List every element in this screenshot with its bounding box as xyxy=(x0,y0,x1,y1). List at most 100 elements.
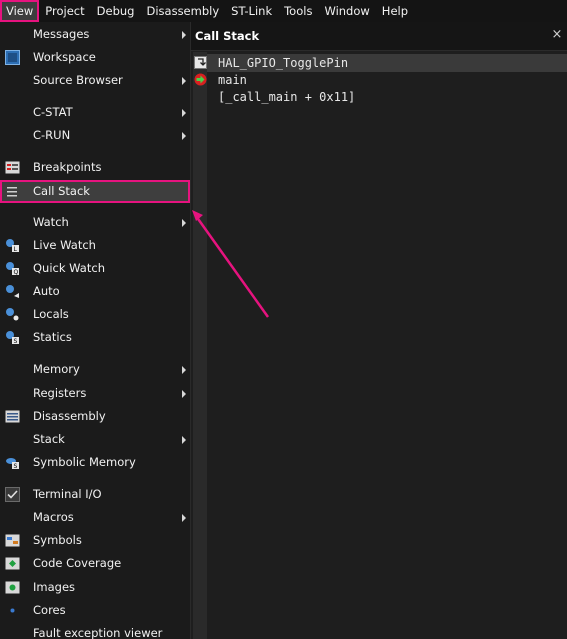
menu-item-registers[interactable]: Registers xyxy=(0,382,190,405)
stack-frame-row[interactable]: [_call_main + 0x11] xyxy=(207,88,567,106)
disassembly-icon xyxy=(4,408,21,425)
menu-item-label: Disassembly xyxy=(33,409,106,423)
menu-item-label: Symbolic Memory xyxy=(33,455,136,469)
images-icon xyxy=(4,579,21,596)
svg-text:S: S xyxy=(14,338,18,345)
panel-gutter xyxy=(193,52,207,639)
menu-disassembly[interactable]: Disassembly xyxy=(140,0,225,22)
menu-tools[interactable]: Tools xyxy=(278,0,318,22)
menu-item-watch[interactable]: Watch xyxy=(0,211,190,234)
submenu-arrow-icon xyxy=(182,77,186,85)
menu-item-label: Source Browser xyxy=(33,73,123,87)
menu-item-label: Workspace xyxy=(33,50,96,64)
svg-text:Q: Q xyxy=(14,269,19,276)
terminal-check-icon xyxy=(4,486,21,503)
menu-item-symbolic-memory[interactable]: S Symbolic Memory xyxy=(0,451,190,474)
menu-item-label: Call Stack xyxy=(33,184,90,198)
menu-item-c-stat[interactable]: C-STAT xyxy=(0,101,190,124)
menu-item-label: Quick Watch xyxy=(33,261,105,275)
menu-item-label: Breakpoints xyxy=(33,160,102,174)
menu-item-disassembly[interactable]: Disassembly xyxy=(0,405,190,428)
auto-icon xyxy=(4,283,21,300)
menu-view[interactable]: View xyxy=(0,0,40,22)
menu-item-label: Symbols xyxy=(33,533,82,547)
call-stack-icon xyxy=(4,183,21,200)
menu-item-symbols[interactable]: Symbols xyxy=(0,529,190,552)
menu-item-call-stack[interactable]: Call Stack xyxy=(0,180,190,203)
stack-frame-row[interactable]: main xyxy=(194,71,567,89)
submenu-arrow-icon xyxy=(182,390,186,398)
menu-item-statics[interactable]: S Statics xyxy=(0,326,190,349)
symbols-icon xyxy=(4,532,21,549)
panel-header: Call Stack × xyxy=(191,22,567,51)
cores-icon xyxy=(4,602,21,619)
call-stack-panel: Call Stack × HAL_GPIO_TogglePin main [_c… xyxy=(191,22,567,639)
submenu-arrow-icon xyxy=(182,132,186,140)
menu-window[interactable]: Window xyxy=(318,0,375,22)
menu-item-code-coverage[interactable]: Code Coverage xyxy=(0,552,190,575)
menu-item-terminal-io[interactable]: Terminal I/O xyxy=(0,483,190,506)
menu-item-breakpoints[interactable]: Breakpoints xyxy=(0,156,190,179)
menu-item-label: Auto xyxy=(33,284,60,298)
workspace-icon xyxy=(4,49,21,66)
menu-item-label: Macros xyxy=(33,510,74,524)
call-stack-list: HAL_GPIO_TogglePin main [_call_main + 0x… xyxy=(194,52,567,639)
quick-watch-icon: Q xyxy=(4,260,21,277)
stack-frame-row[interactable]: HAL_GPIO_TogglePin xyxy=(194,54,567,72)
submenu-arrow-icon xyxy=(182,109,186,117)
svg-text:S: S xyxy=(14,463,18,470)
menu-item-cores[interactable]: Cores xyxy=(0,599,190,622)
menu-item-fault-exception-viewer[interactable]: Fault exception viewer xyxy=(0,622,190,639)
pc-arrow-icon xyxy=(194,73,207,86)
menu-item-workspace[interactable]: Workspace xyxy=(0,46,190,69)
menu-item-images[interactable]: Images xyxy=(0,576,190,599)
ide-window: View Project Debug Disassembly ST-Link T… xyxy=(0,0,567,639)
frame-label: main xyxy=(218,73,247,87)
menu-item-label: Stack xyxy=(33,432,65,446)
menu-item-c-run[interactable]: C-RUN xyxy=(0,124,190,147)
menu-item-label: Watch xyxy=(33,215,69,229)
submenu-arrow-icon xyxy=(182,514,186,522)
menu-item-memory[interactable]: Memory xyxy=(0,358,190,381)
menu-item-label: C-STAT xyxy=(33,105,73,119)
menu-item-label: Registers xyxy=(33,386,87,400)
menu-item-label: Cores xyxy=(33,603,66,617)
live-watch-icon: L xyxy=(4,237,21,254)
locals-icon xyxy=(4,306,21,323)
menu-item-locals[interactable]: Locals xyxy=(0,303,190,326)
current-frame-icon xyxy=(194,56,207,69)
menu-item-macros[interactable]: Macros xyxy=(0,506,190,529)
submenu-arrow-icon xyxy=(182,31,186,39)
symbolic-memory-icon: S xyxy=(4,454,21,471)
submenu-arrow-icon xyxy=(182,219,186,227)
menu-item-stack[interactable]: Stack xyxy=(0,428,190,451)
menu-item-auto[interactable]: Auto xyxy=(0,280,190,303)
menu-debug[interactable]: Debug xyxy=(91,0,141,22)
menu-st-link[interactable]: ST-Link xyxy=(225,0,278,22)
menu-item-live-watch[interactable]: L Live Watch xyxy=(0,234,190,257)
menu-item-source-browser[interactable]: Source Browser xyxy=(0,69,190,92)
menu-item-label: Live Watch xyxy=(33,238,96,252)
breakpoints-icon xyxy=(4,159,21,176)
menu-item-label: C-RUN xyxy=(33,128,71,142)
menu-help[interactable]: Help xyxy=(376,0,414,22)
menu-item-messages[interactable]: Messages xyxy=(0,23,190,46)
statics-icon: S xyxy=(4,329,21,346)
view-menu-dropdown: Messages Workspace Source Browser C-STAT… xyxy=(0,22,191,639)
submenu-arrow-icon xyxy=(182,436,186,444)
panel-title: Call Stack xyxy=(195,29,260,43)
menu-project[interactable]: Project xyxy=(39,0,90,22)
menu-item-label: Images xyxy=(33,580,76,594)
menu-item-label: Messages xyxy=(33,27,90,41)
frame-label: [_call_main + 0x11] xyxy=(218,90,356,104)
close-icon[interactable]: × xyxy=(550,28,564,42)
menu-item-quick-watch[interactable]: Q Quick Watch xyxy=(0,257,190,280)
submenu-arrow-icon xyxy=(182,366,186,374)
frame-label: HAL_GPIO_TogglePin xyxy=(218,56,349,70)
menu-item-label: Memory xyxy=(33,362,80,376)
menu-item-label: Code Coverage xyxy=(33,556,122,570)
menu-item-label: Terminal I/O xyxy=(33,487,102,501)
code-coverage-icon xyxy=(4,555,21,572)
menu-bar: View Project Debug Disassembly ST-Link T… xyxy=(0,0,567,22)
menu-item-label: Fault exception viewer xyxy=(33,626,163,639)
